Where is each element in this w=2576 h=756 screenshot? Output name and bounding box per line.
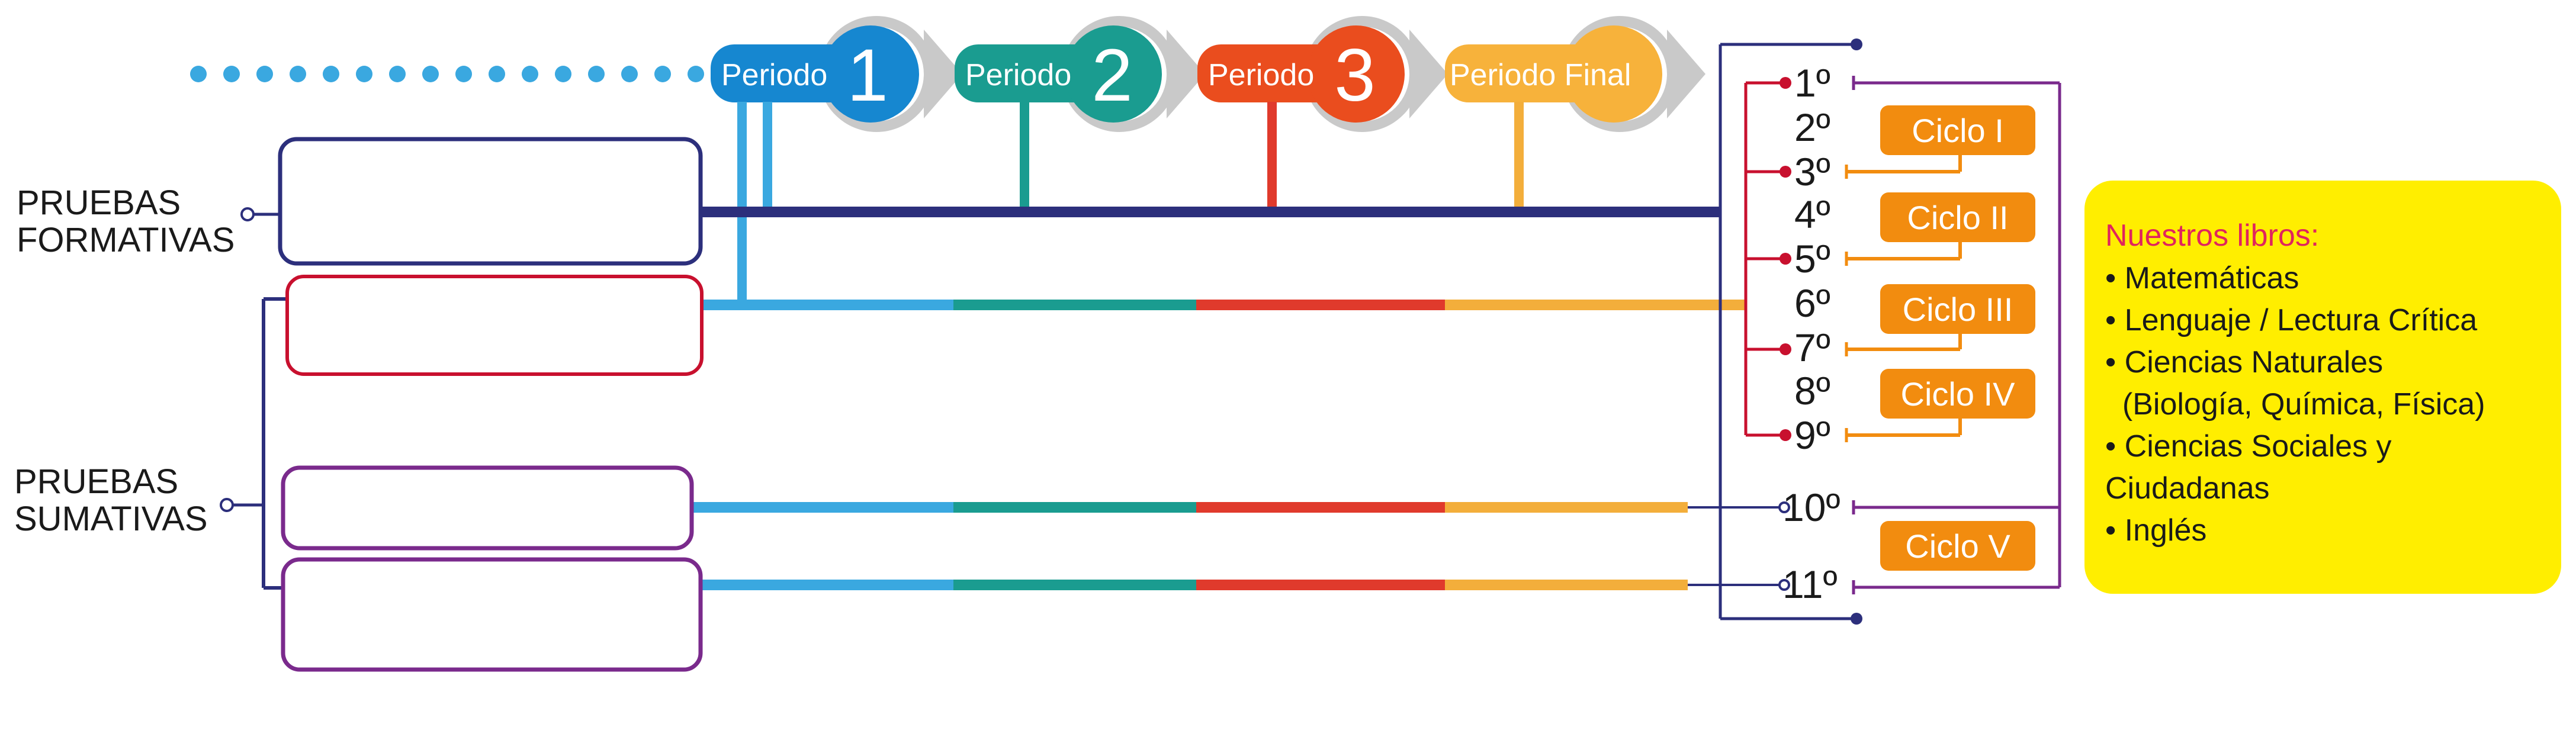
box-purple-1 bbox=[281, 465, 694, 551]
grade-9: 9º bbox=[1794, 413, 1830, 457]
sumativas-label: PRUEBAS SUMATIVAS bbox=[14, 297, 287, 590]
books-panel: Nuestros libros: • Matemáticas • Lenguaj… bbox=[2084, 181, 2561, 594]
formativas-label: PRUEBAS FORMATIVAS bbox=[17, 184, 281, 259]
period-3-badge: Periodo 3 bbox=[1197, 16, 1448, 132]
grade-7: 7º bbox=[1794, 326, 1830, 369]
grade-5: 5º bbox=[1794, 237, 1830, 281]
box-red bbox=[285, 275, 704, 376]
ciclo-3-label: Ciclo III bbox=[1903, 291, 2013, 328]
ciclo-4-badge: Ciclo IV bbox=[1880, 369, 2035, 419]
formativa-box bbox=[278, 137, 703, 266]
grade-8: 8º bbox=[1794, 369, 1830, 413]
book-item-2: • Lenguaje / Lectura Crítica bbox=[2105, 303, 2477, 337]
formativas-line-2: FORMATIVAS bbox=[17, 221, 235, 259]
book-item-6: Ciudadanas bbox=[2105, 471, 2270, 506]
sumativas-line-2: SUMATIVAS bbox=[14, 500, 208, 538]
box-purple-2 bbox=[281, 557, 703, 672]
sumativas-line-1: PRUEBAS bbox=[14, 462, 178, 501]
book-item-1: • Matemáticas bbox=[2105, 261, 2299, 295]
period-2-label: Periodo bbox=[965, 58, 1071, 92]
period-1-number: 1 bbox=[847, 34, 888, 117]
period-1-label: Periodo bbox=[721, 58, 827, 92]
ciclo-1-badge: Ciclo I bbox=[1880, 105, 2035, 155]
ciclo-2-badge: Ciclo II bbox=[1880, 192, 2035, 242]
grade-10: 10º bbox=[1782, 485, 1841, 529]
red-grade-bracket bbox=[1744, 77, 1791, 441]
timeline-row-2 bbox=[692, 501, 1790, 513]
grade-4: 4º bbox=[1794, 192, 1830, 236]
period-final-label: Periodo Final bbox=[1450, 58, 1631, 92]
period-connectors bbox=[737, 102, 1524, 305]
ciclo-4-label: Ciclo IV bbox=[1901, 375, 2016, 413]
grade-list: 1º 2º 3º 4º 5º 6º 7º 8º 9º 10º 11º bbox=[1782, 61, 1841, 606]
timeline-row-3 bbox=[702, 579, 1790, 591]
formativas-line-1: PRUEBAS bbox=[17, 184, 181, 222]
grade-6: 6º bbox=[1794, 281, 1830, 325]
grade-11: 11º bbox=[1782, 562, 1838, 606]
book-item-5: • Ciencias Sociales y bbox=[2105, 429, 2392, 464]
grade-1: 1º bbox=[1794, 61, 1830, 105]
books-title: Nuestros libros: bbox=[2105, 218, 2319, 253]
period-2-number: 2 bbox=[1091, 34, 1133, 117]
book-item-7: • Inglés bbox=[2105, 513, 2206, 548]
grades-bracket bbox=[1719, 38, 1862, 625]
ciclo-3-badge: Ciclo III bbox=[1880, 284, 2035, 334]
ciclo-5-badge: Ciclo V bbox=[1880, 521, 2035, 571]
period-final-badge: Periodo Final bbox=[1445, 16, 1705, 132]
ciclo-2-label: Ciclo II bbox=[1907, 199, 2008, 236]
period-2-badge: Periodo 2 bbox=[955, 16, 1205, 132]
period-1-badge: Periodo 1 bbox=[711, 16, 962, 132]
period-3-number: 3 bbox=[1334, 34, 1376, 117]
diagram-canvas: Periodo 1 Periodo 2 Periodo 3 Periodo Fi… bbox=[14, 16, 2561, 672]
ciclo-5-label: Ciclo V bbox=[1905, 527, 2010, 565]
ciclo-badges: Ciclo I Ciclo II Ciclo III Ciclo IV Cicl… bbox=[1880, 105, 2035, 571]
grade-3: 3º bbox=[1794, 150, 1830, 194]
book-item-3: • Ciencias Naturales bbox=[2105, 345, 2383, 379]
ciclo-1-label: Ciclo I bbox=[1912, 112, 2004, 149]
period-3-label: Periodo bbox=[1208, 58, 1314, 92]
grade-2: 2º bbox=[1794, 105, 1830, 149]
evaluation-diagram: Periodo 1 Periodo 2 Periodo 3 Periodo Fi… bbox=[0, 0, 2576, 753]
book-item-4: (Biología, Química, Física) bbox=[2105, 387, 2485, 422]
